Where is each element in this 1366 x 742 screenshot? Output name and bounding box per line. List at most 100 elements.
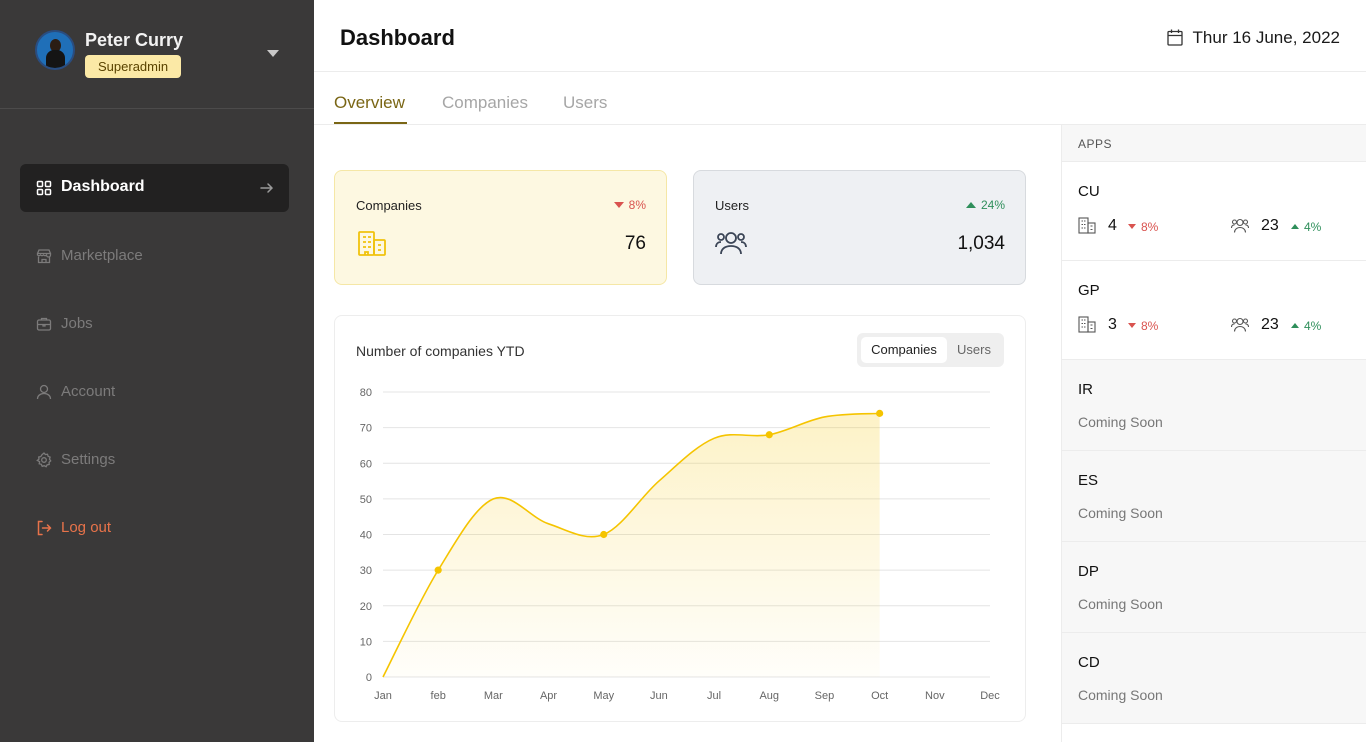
x-tick-label: feb: [431, 690, 446, 702]
apps-panel: APPS CU 4 8% 23 4% GP 3 8% 23 4% IR Comi…: [1061, 125, 1366, 742]
toggle-users-button[interactable]: Users: [949, 337, 999, 363]
stat-value: 76: [624, 233, 646, 254]
app-status: Coming Soon: [1078, 414, 1163, 430]
triangle-up-icon: [1291, 323, 1299, 329]
app-row-es[interactable]: ES Coming Soon: [1062, 451, 1366, 542]
trend-value: 8%: [1141, 319, 1159, 333]
data-point: [876, 409, 884, 417]
companies-stat-card[interactable]: Companies 8% 76: [334, 170, 667, 285]
grid-icon: [36, 180, 52, 196]
app-companies-trend: 8%: [1128, 319, 1158, 333]
y-tick-label: 30: [360, 565, 372, 577]
companies-chart-card: Number of companies YTD Companies Users …: [334, 315, 1026, 722]
app-row-dp[interactable]: DP Coming Soon: [1062, 542, 1366, 633]
trend-value: 4%: [1304, 220, 1322, 234]
nav-label: Jobs: [61, 315, 93, 332]
nav-label: Account: [61, 383, 116, 400]
app-name: CU: [1078, 183, 1100, 200]
caret-down-icon[interactable]: [267, 50, 279, 57]
user-icon: [36, 384, 52, 400]
y-tick-label: 10: [360, 636, 372, 648]
trend-value: 8%: [1141, 220, 1159, 234]
tab-bar: Overview Companies Users: [314, 72, 1366, 125]
nav-label: Dashboard: [61, 178, 145, 195]
nav-item-account[interactable]: Account: [20, 368, 289, 416]
app-name: CD: [1078, 654, 1100, 671]
tab-overview[interactable]: Overview: [334, 93, 405, 113]
role-badge: Superadmin: [85, 55, 182, 78]
profile-name: Peter Curry: [85, 30, 184, 50]
stat-label: Users: [715, 198, 749, 213]
x-tick-label: May: [593, 690, 614, 702]
date-text: Thur 16 June, 2022: [1192, 28, 1340, 47]
x-tick-label: Jan: [374, 690, 392, 702]
nav-label: Log out: [61, 519, 112, 536]
x-tick-label: Jun: [650, 690, 668, 702]
building-icon: [1078, 217, 1096, 234]
page-header: Dashboard Thur 16 June, 2022: [314, 0, 1366, 72]
app-users-value: 23: [1261, 316, 1279, 333]
store-icon: [36, 249, 52, 264]
app-name: DP: [1078, 563, 1099, 580]
x-tick-label: Jul: [707, 690, 721, 702]
app-name: GP: [1078, 282, 1100, 299]
users-icon: [715, 232, 747, 255]
y-tick-label: 70: [360, 423, 372, 435]
data-point: [765, 431, 773, 439]
nav-label: Marketplace: [61, 247, 143, 264]
gear-icon: [36, 452, 52, 468]
app-users-trend: 4%: [1291, 220, 1321, 234]
triangle-up-icon: [965, 201, 976, 208]
stat-trend: 24%: [965, 198, 1005, 212]
stat-label: Companies: [356, 198, 422, 213]
stat-trend: 8%: [613, 198, 646, 212]
nav-item-marketplace[interactable]: Marketplace: [20, 232, 289, 280]
users-icon: [1231, 317, 1249, 332]
users-stat-card[interactable]: Users 24% 1,034: [693, 170, 1026, 285]
building-icon: [358, 231, 386, 256]
stat-trend-value: 24%: [980, 198, 1005, 212]
app-row-ir[interactable]: IR Coming Soon: [1062, 360, 1366, 451]
app-name: IR: [1078, 381, 1093, 398]
building-icon: [1078, 316, 1096, 333]
toggle-companies-button[interactable]: Companies: [861, 337, 947, 363]
tab-active-indicator: [334, 122, 407, 124]
app-row-gp[interactable]: GP 3 8% 23 4%: [1062, 261, 1366, 360]
area-chart: 0 10 20 30 40 50 60 70 80 Jan feb Mar Apr May Jun Jul Au…: [360, 387, 1001, 702]
triangle-down-icon: [613, 201, 624, 208]
app-status: Coming Soon: [1078, 596, 1163, 612]
triangle-down-icon: [1128, 224, 1136, 230]
date-display: Thur 16 June, 2022: [1166, 28, 1340, 50]
tab-companies[interactable]: Companies: [442, 93, 528, 113]
x-tick-label: Oct: [871, 690, 888, 702]
area-fill: [383, 413, 880, 677]
nav-item-logout[interactable]: Log out: [20, 504, 289, 552]
trend-value: 4%: [1304, 319, 1322, 333]
app-row-cd[interactable]: CD Coming Soon: [1062, 633, 1366, 724]
app-row-cu[interactable]: CU 4 8% 23 4%: [1062, 162, 1366, 261]
tab-users[interactable]: Users: [563, 93, 607, 113]
briefcase-icon: [36, 317, 52, 331]
x-tick-label: Apr: [540, 690, 557, 702]
nav-item-dashboard[interactable]: Dashboard: [20, 164, 289, 212]
app-companies-value: 4: [1108, 217, 1117, 234]
x-tick-label: Nov: [925, 690, 945, 702]
app-status: Coming Soon: [1078, 505, 1163, 521]
nav-label: Settings: [61, 451, 116, 468]
y-tick-label: 0: [366, 672, 372, 684]
x-tick-label: Aug: [759, 690, 779, 702]
nav-item-settings[interactable]: Settings: [20, 436, 289, 484]
x-tick-label: Dec: [980, 690, 1000, 702]
y-tick-label: 20: [360, 601, 372, 613]
stat-value: 1,034: [957, 233, 1005, 254]
profile-section[interactable]: Peter Curry Superadmin: [0, 0, 314, 109]
app-status: Coming Soon: [1078, 687, 1163, 703]
chart-title: Number of companies YTD: [356, 343, 525, 359]
apps-title: APPS: [1078, 137, 1113, 151]
app-companies-value: 3: [1108, 316, 1117, 333]
nav-item-jobs[interactable]: Jobs: [20, 300, 289, 348]
app-name: ES: [1078, 472, 1099, 489]
data-point: [434, 566, 442, 574]
page-title: Dashboard: [340, 25, 455, 50]
calendar-icon: [1166, 29, 1183, 46]
